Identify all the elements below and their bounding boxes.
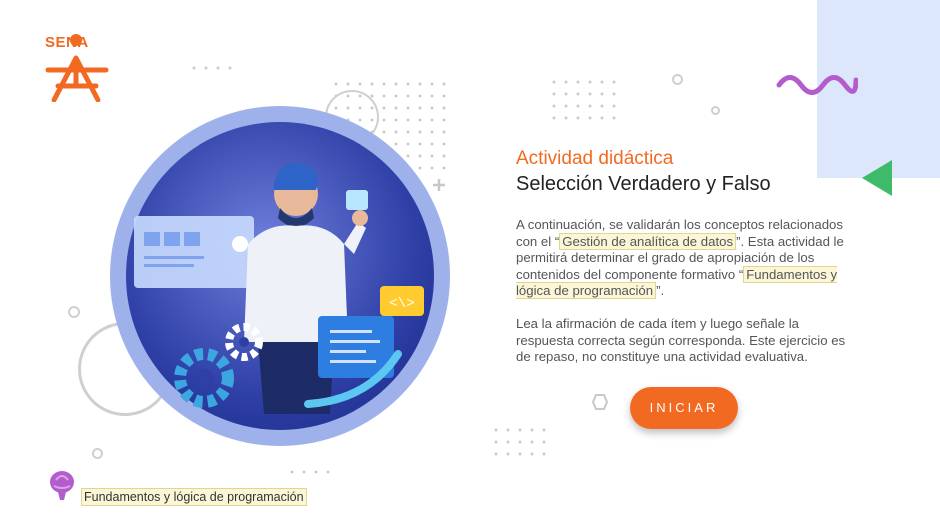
dot-grid (188, 62, 240, 74)
hexagon-icon (592, 394, 608, 410)
logo-text: SENA (45, 34, 89, 51)
decorative-ring (672, 74, 683, 85)
dot-grid (548, 76, 624, 128)
intro-text-end: ”. (656, 283, 665, 298)
wave-icon (776, 75, 858, 95)
triangle-icon (862, 160, 892, 196)
decorative-ring (711, 106, 720, 115)
decorative-ring (68, 306, 80, 318)
dot-grid (490, 424, 554, 464)
illustration-developer: <\> (110, 106, 450, 446)
activity-title: Actividad didáctica (516, 148, 674, 169)
component-label: Fundamentos y lógica de programación (81, 488, 307, 506)
svg-text:<\>: <\> (389, 296, 414, 312)
decorative-ring (92, 448, 103, 459)
dot-grid (286, 466, 338, 478)
highlight-topic: Gestión de analítica de datos (559, 232, 737, 250)
intro-paragraph: A continuación, se validarán los concept… (516, 217, 856, 300)
brain-icon (50, 471, 74, 500)
start-button[interactable]: INICIAR (630, 387, 738, 429)
activity-subtitle: Selección Verdadero y Falso (516, 173, 771, 195)
instructions-paragraph: Lea la afirmación de cada ítem y luego s… (516, 316, 846, 364)
